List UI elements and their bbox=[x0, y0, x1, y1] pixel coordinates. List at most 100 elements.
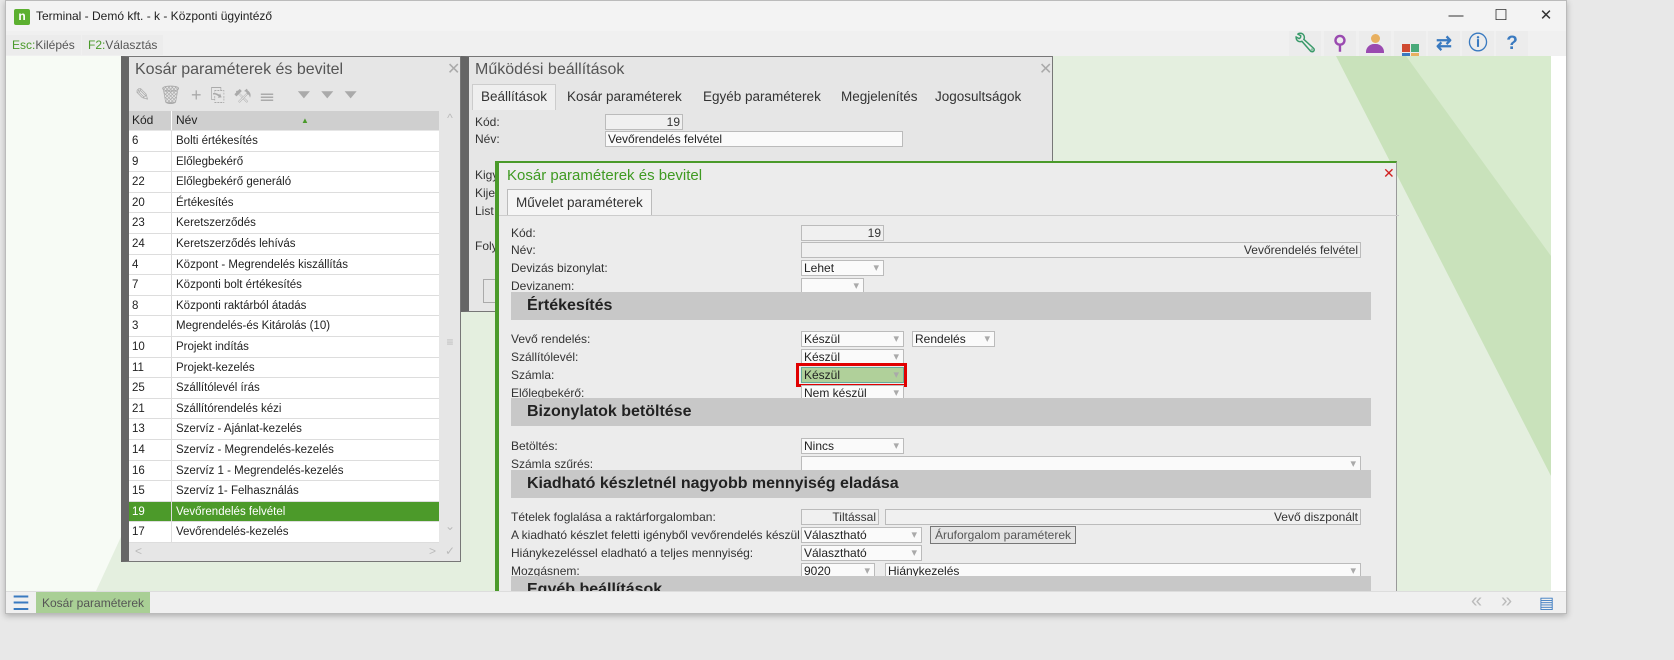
esc-exit-button[interactable]: Esc:Kilépés bbox=[6, 35, 81, 55]
list-item[interactable]: 14 Szervíz - Megrendelés-kezelés bbox=[129, 440, 439, 461]
over-select[interactable]: Választható bbox=[801, 527, 922, 543]
list-item[interactable]: 4 Központ - Megrendelés kiszállítás bbox=[129, 254, 439, 276]
next-icon[interactable]: » bbox=[1501, 590, 1512, 613]
list-scrollbar[interactable]: ^ ≡ ⌄ bbox=[441, 111, 459, 543]
shortage-label: Hiánykezeléssel eladható a teljes mennyi… bbox=[511, 546, 754, 560]
item-name: Szállítólevél írás bbox=[171, 378, 260, 399]
menu-icon[interactable]: ☰ bbox=[260, 85, 283, 105]
item-code: 17 bbox=[132, 526, 145, 539]
list-item[interactable]: 22 Előlegbekérő generáló bbox=[129, 172, 439, 193]
list-hscrollbar[interactable]: < > ✓ bbox=[129, 544, 459, 561]
filter-add-icon[interactable]: ⏷ bbox=[344, 85, 367, 105]
close-window-button[interactable]: ✕ bbox=[1526, 5, 1566, 27]
list-item[interactable]: 8 Központi raktárból átadás bbox=[129, 295, 439, 317]
prev-icon[interactable]: « bbox=[1471, 590, 1482, 613]
load-select[interactable]: Nincs bbox=[801, 438, 904, 454]
list-item[interactable]: 11 Projekt-kezelés bbox=[129, 357, 439, 379]
order-select[interactable]: Készül bbox=[801, 331, 904, 347]
item-code: 6 bbox=[132, 135, 139, 147]
shortage-select[interactable]: Választható bbox=[801, 545, 922, 561]
close-icon[interactable]: ✕ bbox=[447, 59, 460, 79]
goods-params-button[interactable]: Áruforgalom paraméterek bbox=[930, 526, 1076, 544]
item-code: 3 bbox=[132, 320, 139, 333]
close-dialog-button[interactable]: ✕ bbox=[1383, 165, 1395, 182]
wrench-icon[interactable]: 🔧︎ bbox=[1289, 31, 1321, 57]
filter-clear-icon[interactable]: ⏷ bbox=[320, 85, 343, 105]
col-code-header[interactable]: Kód bbox=[132, 111, 153, 130]
workspace: Kosár paraméterek és bevitel ✕ ✎🗑︎+⎘⚒☰ ⏷… bbox=[6, 56, 1551, 591]
list-item[interactable]: 23 Keretszerződés bbox=[129, 213, 439, 234]
list-item[interactable]: 21 Szállítórendelés kézi bbox=[129, 398, 439, 420]
list-item[interactable]: 6 Bolti értékesítés bbox=[129, 131, 439, 152]
list-item[interactable]: 19 Vevőrendelés felvétel bbox=[129, 501, 439, 523]
edit-icon[interactable]: ✎ bbox=[135, 85, 159, 105]
info-icon[interactable]: ⓘ bbox=[1462, 31, 1494, 57]
item-name: Projekt indítás bbox=[171, 337, 249, 357]
list-item[interactable]: 16 Szervíz 1 - Megrendelés-kezelés bbox=[129, 460, 439, 482]
currency-doc-label: Devizás bizonylat: bbox=[511, 261, 608, 275]
window-title: Terminal - Demó kft. - k - Központi ügyi… bbox=[36, 9, 273, 23]
user-icon[interactable] bbox=[1359, 31, 1391, 57]
tab-other-params[interactable]: Egyéb paraméterek bbox=[695, 85, 829, 111]
list-item[interactable]: 9 Előlegbekérő bbox=[129, 151, 439, 173]
section-stock: Kiadható készletnél nagyobb mennyiség el… bbox=[511, 470, 1371, 498]
name-field[interactable]: Vevőrendelés felvétel bbox=[605, 131, 903, 147]
partial-label: Kije bbox=[475, 186, 496, 200]
list-item[interactable]: 24 Keretszerződés lehívás bbox=[129, 234, 439, 255]
code-field[interactable]: 19 bbox=[801, 225, 884, 241]
partial-label: List bbox=[475, 204, 494, 218]
dialog-title: Kosár paraméterek és bevitel bbox=[507, 167, 703, 184]
item-code: 20 bbox=[132, 196, 145, 209]
copy-icon[interactable]: ⎘ bbox=[210, 85, 233, 105]
maximize-button[interactable]: ☐ bbox=[1481, 5, 1521, 27]
item-name: Vevőrendelés felvétel bbox=[171, 501, 285, 522]
list-item[interactable]: 10 Projekt indítás bbox=[129, 337, 439, 358]
search-icon[interactable]: ⚲ bbox=[1324, 31, 1356, 57]
f2-select-button[interactable]: F2:Választás bbox=[82, 35, 164, 55]
item-code: 9 bbox=[132, 155, 139, 168]
list-toolbar: ✎🗑︎+⎘⚒☰ ⏷⏷⏷ bbox=[135, 85, 367, 106]
swap-icon[interactable]: ⇄ bbox=[1428, 31, 1460, 57]
help-icon[interactable]: ? bbox=[1496, 31, 1528, 57]
list-item[interactable]: 17 Vevőrendelés-kezelés bbox=[129, 522, 439, 543]
list-item[interactable]: 20 Értékesítés bbox=[129, 192, 439, 214]
tab-display[interactable]: Megjelenítés bbox=[833, 85, 926, 111]
tab-operation-params[interactable]: Művelet paraméterek bbox=[507, 189, 652, 215]
currency-doc-select[interactable]: Lehet bbox=[801, 260, 884, 276]
minimize-button[interactable]: — bbox=[1436, 5, 1476, 27]
tab-settings[interactable]: Beállítások bbox=[472, 84, 557, 110]
name-field[interactable]: Vevőrendelés felvétel bbox=[801, 242, 1361, 258]
filter-icon[interactable]: ⏷ bbox=[297, 85, 320, 105]
reserve2-field[interactable]: Vevő diszponált bbox=[885, 509, 1361, 525]
delete-icon[interactable]: 🗑︎ bbox=[159, 85, 191, 105]
hamburger-menu-icon[interactable]: ☰ bbox=[12, 594, 30, 613]
list-item[interactable]: 25 Szállítólevél írás bbox=[129, 378, 439, 399]
list-item[interactable]: 15 Szervíz 1- Felhasználás bbox=[129, 481, 439, 502]
section-other: Egyéb beállítások bbox=[511, 576, 1371, 591]
list-item[interactable]: 7 Központi bolt értékesítés bbox=[129, 275, 439, 296]
item-code: 7 bbox=[132, 279, 139, 292]
delivery-label: Szállítólevél: bbox=[511, 350, 579, 364]
reserve-field[interactable]: Tiltással bbox=[801, 509, 879, 525]
currency-label: Devizanem: bbox=[511, 279, 575, 293]
task-tab[interactable]: Kosár paraméterek bbox=[36, 592, 151, 613]
item-name: Bolti értékesítés bbox=[171, 131, 258, 151]
col-name-header[interactable]: Név bbox=[171, 111, 197, 130]
item-code: 21 bbox=[132, 402, 145, 415]
list-item[interactable]: 13 Szervíz - Ajánlat-kezelés bbox=[129, 419, 439, 440]
add-icon[interactable]: + bbox=[191, 85, 211, 105]
code-label: Kód: bbox=[511, 226, 536, 240]
item-name: Szervíz 1 - Megrendelés-kezelés bbox=[171, 460, 343, 481]
item-name: Előlegbekérő generáló bbox=[171, 172, 291, 193]
close-icon[interactable]: ✕ bbox=[1039, 59, 1052, 79]
code-field[interactable]: 19 bbox=[605, 114, 683, 130]
document-icon[interactable]: ▤ bbox=[1539, 593, 1554, 613]
tools-icon[interactable]: ⚒ bbox=[234, 85, 260, 105]
item-name: Szervíz - Ajánlat-kezelés bbox=[171, 419, 302, 440]
tab-basket-params[interactable]: Kosár paraméterek bbox=[559, 85, 690, 111]
order-type-select[interactable]: Rendelés bbox=[912, 331, 995, 347]
list-item[interactable]: 3 Megrendelés-és Kitárolás (10) bbox=[129, 316, 439, 337]
apps-icon[interactable] bbox=[1394, 31, 1426, 61]
check-icon: ✓ bbox=[445, 544, 456, 558]
tab-permissions[interactable]: Jogosultságok bbox=[927, 85, 1029, 111]
